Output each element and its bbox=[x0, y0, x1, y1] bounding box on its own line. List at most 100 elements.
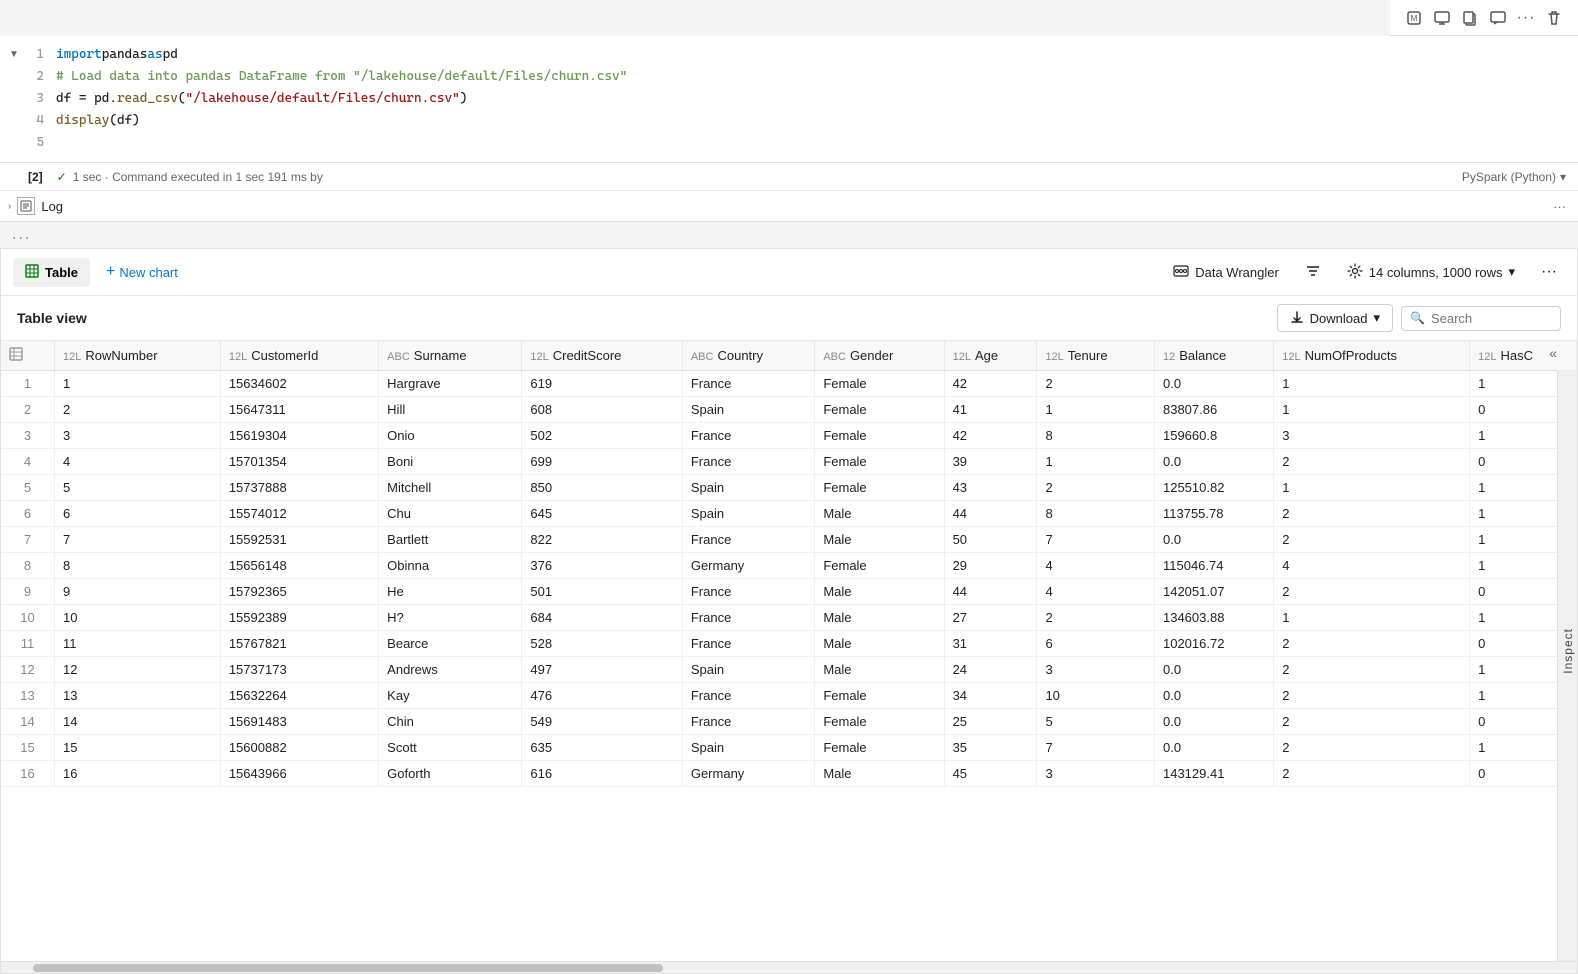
table-cell: 15737888 bbox=[220, 475, 378, 501]
delete-icon[interactable] bbox=[1542, 6, 1566, 30]
table-cell: 528 bbox=[522, 631, 682, 657]
inspect-sidebar[interactable]: Inspect bbox=[1557, 341, 1577, 961]
table-cell: 102016.72 bbox=[1154, 631, 1273, 657]
log-expand-icon[interactable]: › bbox=[8, 201, 11, 212]
dots-row[interactable]: ... bbox=[0, 222, 1578, 248]
table-cell: 42 bbox=[944, 423, 1037, 449]
data-wrangler-button[interactable]: Data Wrangler bbox=[1163, 258, 1289, 287]
table-cell: 699 bbox=[522, 449, 682, 475]
table-panel: Table + New chart bbox=[0, 248, 1578, 974]
table-cell: 4 bbox=[1274, 553, 1470, 579]
data-table-container: 12LRowNumber 12LCustomerId ABCSurname 12… bbox=[1, 341, 1577, 961]
ml-icon[interactable]: M bbox=[1402, 6, 1426, 30]
monitor-icon[interactable] bbox=[1430, 6, 1454, 30]
scroll-thumb[interactable] bbox=[33, 964, 663, 972]
table-row: 111115767821Bearce528FranceMale316102016… bbox=[1, 631, 1577, 657]
table-cell: 2 bbox=[1274, 527, 1470, 553]
table-row: 121215737173Andrews497SpainMale2430.021 bbox=[1, 657, 1577, 683]
table-cell: France bbox=[682, 631, 814, 657]
comment-icon[interactable] bbox=[1486, 6, 1510, 30]
tab-table[interactable]: Table bbox=[13, 258, 90, 287]
table-cell: 2 bbox=[1274, 683, 1470, 709]
table-row: 9915792365He501FranceMale444142051.0720 bbox=[1, 579, 1577, 605]
table-cell: Bartlett bbox=[379, 527, 522, 553]
table-cell: 3 bbox=[1274, 423, 1470, 449]
log-more-button[interactable]: ··· bbox=[1553, 199, 1566, 214]
table-cell: Boni bbox=[379, 449, 522, 475]
table-cell: 24 bbox=[944, 657, 1037, 683]
cell-number: [2] bbox=[28, 170, 43, 184]
table-cell: 15634602 bbox=[220, 371, 378, 397]
table-cell: Mitchell bbox=[379, 475, 522, 501]
table-cell: Female bbox=[815, 397, 944, 423]
table-cell: 0.0 bbox=[1154, 683, 1273, 709]
table-row: 131315632264Kay476FranceFemale34100.021 bbox=[1, 683, 1577, 709]
table-cell: France bbox=[682, 579, 814, 605]
table-cell: 0.0 bbox=[1154, 371, 1273, 397]
table-cell: 1 bbox=[1037, 397, 1155, 423]
table-cell: He bbox=[379, 579, 522, 605]
copy-icon[interactable] bbox=[1458, 6, 1482, 30]
table-cell: 15 bbox=[54, 735, 220, 761]
table-toolbar: Table + New chart bbox=[1, 249, 1577, 296]
new-chart-label: New chart bbox=[119, 265, 178, 280]
table-cell: 15691483 bbox=[220, 709, 378, 735]
language-selector[interactable]: PySpark (Python) ▾ bbox=[1462, 170, 1566, 184]
table-cell: Spain bbox=[682, 397, 814, 423]
more-options-button[interactable]: ··· bbox=[1533, 258, 1565, 286]
code-area: 1 import pandas as pd 2 # Load data into… bbox=[28, 36, 1578, 162]
table-cell: 7 bbox=[54, 527, 220, 553]
table-cell: Male bbox=[815, 605, 944, 631]
row-index: 1 bbox=[1, 371, 54, 397]
new-chart-button[interactable]: + New chart bbox=[98, 257, 186, 287]
col-header-tenure: 12LTenure bbox=[1037, 341, 1155, 371]
more-options-icon[interactable]: ··· bbox=[1514, 6, 1538, 30]
table-cell: 29 bbox=[944, 553, 1037, 579]
collapse-panel-button[interactable]: « bbox=[1549, 345, 1557, 361]
table-cell: 684 bbox=[522, 605, 682, 631]
log-section[interactable]: › Log ··· bbox=[0, 191, 1578, 222]
table-cell: 2 bbox=[54, 397, 220, 423]
table-cell: 12 bbox=[54, 657, 220, 683]
code-collapse-button[interactable]: ▼ bbox=[4, 44, 24, 64]
exec-check-icon: ✓ bbox=[57, 170, 67, 184]
row-index: 10 bbox=[1, 605, 54, 631]
download-label: Download bbox=[1310, 311, 1368, 326]
table-cell: 1 bbox=[1037, 449, 1155, 475]
table-cell: Goforth bbox=[379, 761, 522, 787]
code-line-1: 1 import pandas as pd bbox=[28, 44, 1578, 66]
col-header-country: ABCCountry bbox=[682, 341, 814, 371]
table-cell: 7 bbox=[1037, 527, 1155, 553]
table-row: 6615574012Chu645SpainMale448113755.7821 bbox=[1, 501, 1577, 527]
table-cell: 14 bbox=[54, 709, 220, 735]
table-cell: 0.0 bbox=[1154, 735, 1273, 761]
filter-button[interactable] bbox=[1297, 258, 1329, 287]
table-cell: Female bbox=[815, 475, 944, 501]
table-cell: 113755.78 bbox=[1154, 501, 1273, 527]
table-cell: 35 bbox=[944, 735, 1037, 761]
row-index: 16 bbox=[1, 761, 54, 787]
table-cell: H? bbox=[379, 605, 522, 631]
table-row: 3315619304Onio502FranceFemale428159660.8… bbox=[1, 423, 1577, 449]
table-cell: 8 bbox=[1037, 423, 1155, 449]
row-index: 2 bbox=[1, 397, 54, 423]
horizontal-scrollbar[interactable] bbox=[1, 961, 1577, 973]
download-button[interactable]: Download ▾ bbox=[1277, 304, 1393, 332]
table-cell: 2 bbox=[1037, 475, 1155, 501]
table-cell: Female bbox=[815, 553, 944, 579]
table-cell: 2 bbox=[1274, 761, 1470, 787]
column-info-button[interactable]: 14 columns, 1000 rows ▾ bbox=[1337, 258, 1525, 287]
language-chevron: ▾ bbox=[1560, 170, 1566, 184]
table-cell: 645 bbox=[522, 501, 682, 527]
search-input[interactable] bbox=[1431, 311, 1552, 326]
table-cell: Kay bbox=[379, 683, 522, 709]
table-cell: 15792365 bbox=[220, 579, 378, 605]
row-index: 9 bbox=[1, 579, 54, 605]
data-table-wrapper[interactable]: 12LRowNumber 12LCustomerId ABCSurname 12… bbox=[1, 341, 1577, 961]
row-index: 8 bbox=[1, 553, 54, 579]
table-cell: 34 bbox=[944, 683, 1037, 709]
row-index: 5 bbox=[1, 475, 54, 501]
table-cell: 1 bbox=[1274, 475, 1470, 501]
table-cell: 2 bbox=[1274, 657, 1470, 683]
row-index: 7 bbox=[1, 527, 54, 553]
